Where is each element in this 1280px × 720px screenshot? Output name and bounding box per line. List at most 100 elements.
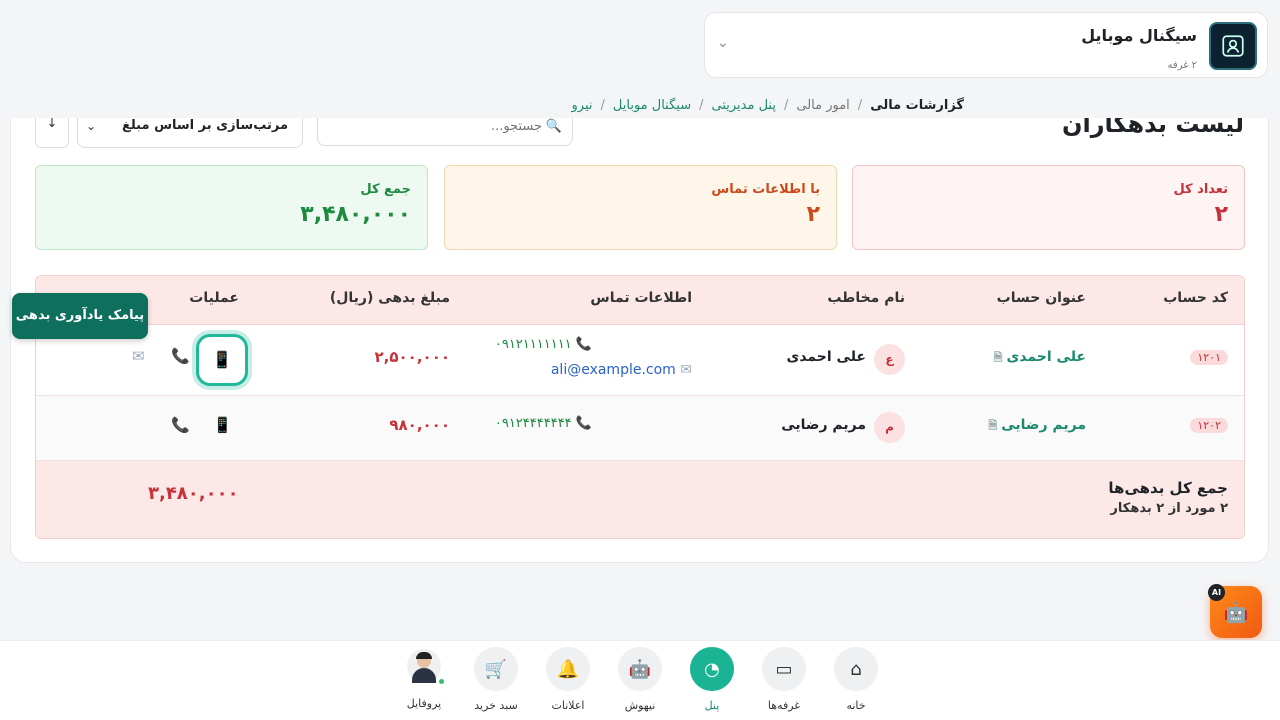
nav-item-home[interactable]: ⌂ خانه xyxy=(826,647,886,712)
sms-reminder-button[interactable]: 📱 xyxy=(196,334,248,386)
call-button[interactable]: 📞 xyxy=(171,347,190,365)
breadcrumb-separator: / xyxy=(600,97,605,113)
breadcrumb-item-admin-panel[interactable]: پنل مدیریتی xyxy=(712,98,776,113)
debt-amount: ۹۸۰,۰۰۰ xyxy=(389,416,450,434)
header-code: کد حساب xyxy=(1163,290,1228,306)
contact-name: علی احمدی xyxy=(786,349,866,365)
breadcrumb-separator: / xyxy=(783,97,789,113)
phone-number: ۰۹۱۲۴۴۴۴۴۴۴ xyxy=(494,416,572,431)
mobile-icon: 📱 xyxy=(212,350,232,369)
mail-icon: ✉ xyxy=(680,362,692,378)
avatar xyxy=(407,649,445,685)
robot-icon: 🤖 xyxy=(1223,600,1249,624)
nav-item-stores[interactable]: ▭ غرفه‌ها xyxy=(754,647,814,712)
store-logo xyxy=(1209,22,1257,70)
bottom-nav: ⌂ خانه ▭ غرفه‌ها ◔ پنل 🤖 نیهوش 🔔 اعلانات… xyxy=(0,640,1280,720)
table-row: ۱۲۰۲ 🗎 مریم رضایی م مریم رضایی ۰۹۱۲۴۴۴۴۴۴… xyxy=(36,396,1244,461)
nav-label: پنل xyxy=(704,699,720,712)
chevron-down-icon: ⌄ xyxy=(86,119,97,133)
header-operations: عملیات xyxy=(189,290,239,306)
chevron-down-icon[interactable]: ⌄ xyxy=(717,35,729,51)
breadcrumb-separator: / xyxy=(699,97,704,113)
breadcrumb-separator: / xyxy=(857,97,863,113)
debtors-table: کد حساب عنوان حساب نام مخاطب اطلاعات تما… xyxy=(35,275,1245,539)
nav-label: پروفایل xyxy=(406,697,442,710)
avatar: م xyxy=(874,412,905,443)
phone-number: ۰۹۱۲۱۱۱۱۱۱۱ xyxy=(494,337,572,352)
stat-value: ۳,۴۸۰,۰۰۰ xyxy=(300,202,411,227)
online-indicator xyxy=(438,678,445,685)
footer-subtitle: ۲ مورد از ۲ بدهکار xyxy=(1110,501,1228,516)
document-icon: 🗎 xyxy=(988,419,998,432)
page-title: لیست بدهکاران xyxy=(1061,118,1244,138)
avatar: ع xyxy=(874,344,905,375)
search-input[interactable] xyxy=(362,119,542,134)
account-title: مریم رضایی xyxy=(1001,417,1086,433)
breadcrumb: گزارشات مالی / امور مالی / پنل مدیریتی /… xyxy=(0,92,1280,118)
nav-label: خانه xyxy=(846,699,866,712)
nav-label: نیهوش xyxy=(624,699,656,712)
bell-icon: 🔔 xyxy=(546,647,590,691)
store-logo-icon xyxy=(1222,35,1244,57)
ai-badge: AI xyxy=(1208,584,1225,601)
sort-label: مرتب‌سازی بر اساس مبلغ xyxy=(122,118,288,133)
search-icon: 🔍 xyxy=(545,119,562,134)
nav-item-profile[interactable]: پروفایل xyxy=(394,647,454,710)
header-contact-name: نام مخاطب xyxy=(827,290,905,306)
account-code-badge: ۱۲۰۲ xyxy=(1190,418,1228,433)
store-name: سیگنال موبایل xyxy=(1081,26,1197,45)
nav-item-notifications[interactable]: 🔔 اعلانات xyxy=(538,647,598,712)
stat-label: با اطلاعات تماس xyxy=(711,182,820,197)
stat-total-sum: جمع کل ۳,۴۸۰,۰۰۰ xyxy=(35,165,428,250)
email-button[interactable]: ✉ xyxy=(132,347,145,365)
sms-reminder-tooltip: پیامک یادآوری بدهی xyxy=(12,293,148,339)
nav-label: غرفه‌ها xyxy=(767,699,801,712)
account-title: علی احمدی xyxy=(1006,349,1086,365)
table-header: کد حساب عنوان حساب نام مخاطب اطلاعات تما… xyxy=(36,276,1244,325)
stat-label: جمع کل xyxy=(360,182,411,197)
breadcrumb-item-store[interactable]: سیگنال موبایل xyxy=(613,98,691,113)
store-selector[interactable]: سیگنال موبایل ۲ غرفه ⌄ xyxy=(704,12,1268,78)
table-row: ۱۲۰۱ 🗎 علی احمدی ع علی احمدی ۰۹۱۲۱۱۱۱۱۱۱ … xyxy=(36,325,1244,396)
account-title-link[interactable]: 🗎 علی احمدی xyxy=(994,349,1086,368)
nav-label: سبد خرید xyxy=(474,699,518,712)
account-title-link[interactable]: 🗎 مریم رضایی xyxy=(988,417,1086,436)
breadcrumb-item-home[interactable]: نیرو xyxy=(572,98,593,113)
stat-value: ۲ xyxy=(806,202,820,227)
document-icon: 🗎 xyxy=(993,351,1003,364)
search-box[interactable]: 🔍 xyxy=(317,118,573,146)
debtors-panel: لیست بدهکاران 🔍 مرتب‌سازی بر اساس مبلغ ⌄… xyxy=(10,118,1269,563)
sort-select[interactable]: مرتب‌سازی بر اساس مبلغ ⌄ xyxy=(77,118,303,148)
footer-title: جمع کل بدهی‌ها xyxy=(1108,479,1228,497)
stat-value: ۲ xyxy=(1214,202,1228,227)
stat-total-count: تعداد کل ۲ xyxy=(852,165,1245,250)
call-button[interactable]: 📞 xyxy=(171,416,190,434)
breadcrumb-item-finance[interactable]: امور مالی xyxy=(796,98,849,113)
cart-icon: 🛒 xyxy=(474,647,518,691)
phone-icon: 📞 xyxy=(575,337,592,352)
sort-direction-button[interactable]: ↓ xyxy=(35,118,69,148)
store-icon: ▭ xyxy=(762,647,806,691)
footer-total: ۳,۴۸۰,۰۰۰ xyxy=(148,483,239,504)
nav-item-cart[interactable]: 🛒 سبد خرید xyxy=(466,647,526,712)
store-subtitle: ۲ غرفه xyxy=(1167,60,1197,71)
header-contact-info: اطلاعات تماس xyxy=(590,290,692,306)
email-link[interactable]: ali@example.com ✉ xyxy=(551,362,692,378)
home-icon: ⌂ xyxy=(834,647,878,691)
robot-icon: 🤖 xyxy=(618,647,662,691)
nav-item-panel[interactable]: ◔ پنل xyxy=(682,647,742,712)
nav-item-ai[interactable]: 🤖 نیهوش xyxy=(610,647,670,712)
phone-link[interactable]: ۰۹۱۲۴۴۴۴۴۴۴ 📞 xyxy=(495,416,592,431)
email-address: ali@example.com xyxy=(550,362,676,378)
phone-link[interactable]: ۰۹۱۲۱۱۱۱۱۱۱ 📞 xyxy=(495,337,592,352)
dashboard-icon: ◔ xyxy=(690,647,734,691)
stat-with-contact: با اطلاعات تماس ۲ xyxy=(444,165,837,250)
contact-name: مریم رضایی xyxy=(781,417,866,433)
table-footer: جمع کل بدهی‌ها ۲ مورد از ۲ بدهکار ۳,۴۸۰,… xyxy=(36,461,1244,538)
phone-icon: 📞 xyxy=(575,416,592,431)
header-amount: مبلغ بدهی (ریال) xyxy=(329,290,450,306)
sms-reminder-button[interactable]: 📱 xyxy=(213,416,232,434)
breadcrumb-item-financial-reports[interactable]: گزارشات مالی xyxy=(870,98,964,113)
nav-label: اعلانات xyxy=(551,699,585,712)
stat-label: تعداد کل xyxy=(1173,182,1228,197)
